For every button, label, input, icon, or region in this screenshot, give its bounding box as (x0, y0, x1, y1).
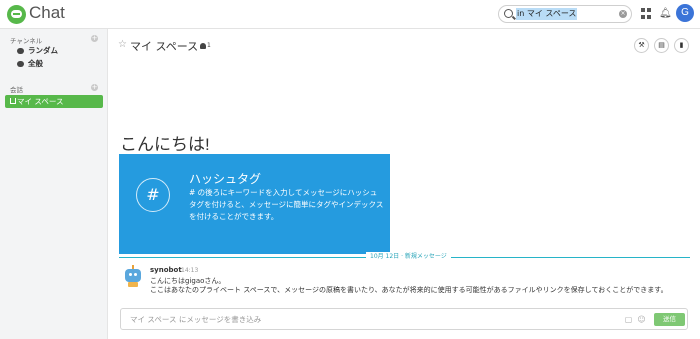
carousel-dots[interactable] (241, 242, 265, 261)
message-time: 14:13 (181, 267, 199, 274)
add-conversation-button[interactable]: + (91, 84, 98, 91)
sidebar-item-random[interactable]: ランダム (17, 45, 58, 56)
page-title: マイ スペース (130, 40, 199, 53)
send-button[interactable]: 送信 (654, 313, 685, 326)
conversations-section-title: 会話 (10, 86, 23, 94)
home-icon (10, 98, 16, 104)
clear-search-icon[interactable]: × (619, 10, 627, 18)
main-panel: ☆ マイ スペース 1 ⚒ ▤ ▮ こんにちは! # ハッシュタグ # の後ろに… (109, 29, 700, 339)
chat-bubble-icon (17, 48, 24, 54)
message-text-line-2: ここはあなたのプライベート スペースで、メッセージの原稿を書いたり、あなたが将来… (150, 286, 668, 294)
message-sender[interactable]: synobot (150, 266, 182, 274)
add-channel-button[interactable]: + (91, 35, 98, 42)
avatar[interactable]: G (676, 4, 694, 22)
top-header: Chat in マイ スペース × 🔔︎ G (0, 0, 700, 29)
member-count[interactable]: 1 (200, 42, 211, 49)
bot-avatar-icon[interactable] (123, 265, 143, 287)
sidebar: チャンネル + ランダム 全般 会話 + マイ スペース (0, 29, 108, 339)
channels-section-title: チャンネル (10, 37, 43, 45)
attach-file-icon[interactable]: ▢ (624, 315, 633, 324)
sidebar-item-general[interactable]: 全般 (17, 58, 43, 69)
hashtag-icon: # (136, 178, 170, 212)
tip-title: ハッシュタグ (189, 172, 262, 186)
sidebar-item-my-space[interactable]: マイ スペース (5, 95, 103, 108)
app-title: Chat (29, 3, 65, 22)
search-icon (504, 9, 513, 18)
greeting-heading: こんにちは! (120, 135, 210, 154)
sidebar-item-label: ランダム (28, 46, 58, 55)
sidebar-item-label: 全般 (28, 59, 43, 68)
sidebar-item-label: マイ スペース (17, 97, 64, 106)
bookmark-icon[interactable]: ▮ (674, 38, 689, 53)
tip-body: # の後ろにキーワードを入力してメッセージにハッシュタグを付けると、メッセージに… (189, 188, 384, 221)
chat-logo-icon (7, 5, 26, 24)
search-value: in マイ スペース (516, 8, 578, 20)
info-panel-icon[interactable]: ▤ (654, 38, 669, 53)
member-count-value: 1 (207, 42, 211, 49)
wrench-icon[interactable]: ⚒ (634, 38, 649, 53)
person-icon (200, 42, 206, 49)
search-input[interactable]: in マイ スペース × (498, 5, 632, 23)
date-divider-label: 10月 12日 · 新規メッセージ (366, 252, 451, 262)
emoji-icon[interactable]: ☺ (637, 315, 646, 324)
apps-grid-icon[interactable] (641, 8, 651, 19)
hashtag-tip-card: # ハッシュタグ # の後ろにキーワードを入力してメッセージにハッシュタグを付け… (119, 154, 390, 257)
star-icon[interactable]: ☆ (118, 39, 127, 50)
composer-placeholder: マイ スペース にメッセージを書き込み (130, 315, 262, 324)
bell-icon[interactable]: 🔔︎ (659, 8, 672, 19)
chat-bubble-icon (17, 61, 24, 67)
message-composer[interactable]: マイ スペース にメッセージを書き込み ▢ ☺ 送信 (120, 308, 688, 330)
